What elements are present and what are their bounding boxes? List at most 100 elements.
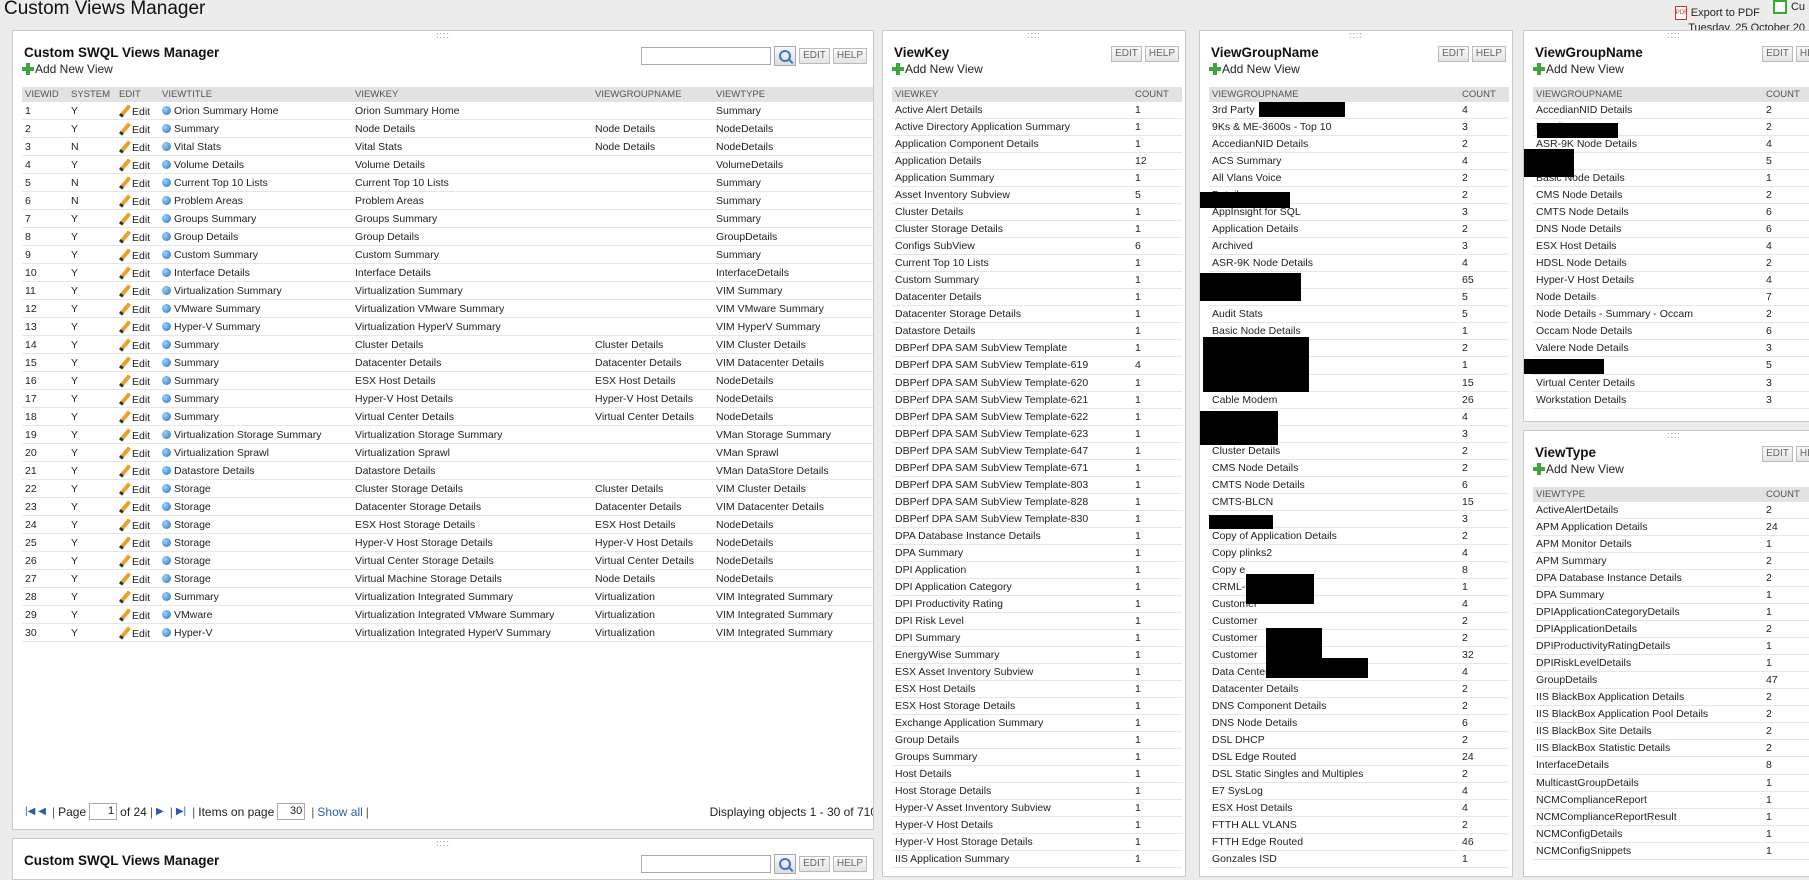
view-title-link[interactable]: Storage	[174, 501, 211, 513]
help-button[interactable]: HELP	[1795, 46, 1809, 62]
view-title[interactable]: Storage	[159, 551, 352, 570]
add-new-view-link[interactable]: Add New View	[892, 62, 983, 76]
edit-cell[interactable]: Edit	[116, 299, 159, 318]
view-title-link[interactable]: Volume Details	[174, 159, 244, 171]
edit-button[interactable]: EDIT	[1762, 446, 1793, 462]
edit-cell[interactable]: Edit	[116, 263, 159, 282]
column-header[interactable]: COUNT	[1763, 487, 1809, 502]
edit-cell[interactable]: Edit	[116, 587, 159, 606]
view-title[interactable]: Problem Areas	[159, 191, 352, 210]
edit-cell[interactable]: Edit	[116, 389, 159, 408]
view-title[interactable]: Virtualization Summary	[159, 281, 352, 300]
edit-link[interactable]: Edit	[132, 196, 150, 208]
column-header[interactable]: VIEWID	[22, 87, 68, 102]
edit-cell[interactable]: Edit	[116, 407, 159, 426]
add-new-view-link[interactable]: Add New View	[1209, 62, 1300, 76]
view-title[interactable]: Storage	[159, 533, 352, 552]
edit-cell[interactable]: Edit	[116, 173, 159, 192]
drag-handle[interactable]: ::::	[1667, 31, 1681, 40]
edit-cell[interactable]: Edit	[116, 227, 159, 246]
view-title-link[interactable]: Storage	[174, 573, 211, 585]
view-title-link[interactable]: Orion Summary Home	[174, 105, 278, 117]
view-title-link[interactable]: Problem Areas	[174, 195, 243, 207]
edit-cell[interactable]: Edit	[116, 497, 159, 516]
edit-button[interactable]: EDIT	[1762, 46, 1793, 62]
edit-cell[interactable]: Edit	[116, 605, 159, 624]
prev-page-icon[interactable]: ◀	[38, 806, 46, 817]
view-title[interactable]: Summary	[159, 587, 352, 606]
column-header[interactable]: VIEWGROUPNAME	[592, 87, 713, 102]
edit-link[interactable]: Edit	[132, 376, 150, 388]
next-page-icon[interactable]: ▶	[156, 806, 164, 817]
edit-link[interactable]: Edit	[132, 628, 150, 640]
edit-cell[interactable]: Edit	[116, 119, 159, 138]
page-number-input[interactable]: 1	[89, 803, 118, 820]
view-title[interactable]: Orion Summary Home	[159, 102, 352, 120]
view-title-link[interactable]: Vital Stats	[174, 141, 221, 153]
view-title-link[interactable]: Virtualization Storage Summary	[174, 429, 321, 441]
view-title[interactable]: Storage	[159, 479, 352, 498]
view-title[interactable]: Groups Summary	[159, 209, 352, 228]
column-header[interactable]: VIEWTITLE	[159, 87, 352, 102]
edit-link[interactable]: Edit	[132, 304, 150, 316]
edit-cell[interactable]: Edit	[116, 335, 159, 354]
view-title-link[interactable]: VMware Summary	[174, 303, 260, 315]
add-new-view-link[interactable]: Add New View	[22, 62, 113, 76]
edit-cell[interactable]: Edit	[116, 353, 159, 372]
edit-cell[interactable]: Edit	[116, 533, 159, 552]
view-title-link[interactable]: Summary	[174, 357, 219, 369]
edit-cell[interactable]: Edit	[116, 317, 159, 336]
drag-handle[interactable]: ::::	[436, 31, 450, 40]
help-button[interactable]: HELP	[832, 856, 867, 872]
edit-cell[interactable]: Edit	[116, 515, 159, 534]
column-header[interactable]: VIEWKEY	[892, 87, 1132, 102]
column-header[interactable]: VIEWKEY	[352, 87, 592, 102]
edit-link[interactable]: Edit	[132, 106, 150, 118]
view-title[interactable]: Summary	[159, 335, 352, 354]
last-page-icon[interactable]: ▶|	[176, 806, 186, 817]
view-title[interactable]: Virtualization Storage Summary	[159, 425, 352, 444]
edit-cell[interactable]: Edit	[116, 479, 159, 498]
view-title[interactable]: Summary	[159, 389, 352, 408]
search-input[interactable]	[641, 855, 772, 873]
view-title[interactable]: Vital Stats	[159, 137, 352, 156]
edit-link[interactable]: Edit	[132, 430, 150, 442]
drag-handle[interactable]: ::::	[1349, 31, 1363, 40]
view-title[interactable]: Interface Details	[159, 263, 352, 282]
edit-link[interactable]: Edit	[132, 358, 150, 370]
edit-cell[interactable]: Edit	[116, 155, 159, 174]
edit-button[interactable]: EDIT	[1438, 46, 1469, 62]
view-title-link[interactable]: Hyper-V Summary	[174, 321, 260, 333]
view-title-link[interactable]: Storage	[174, 519, 211, 531]
first-page-icon[interactable]: |◀	[25, 806, 35, 817]
edit-cell[interactable]: Edit	[116, 102, 159, 120]
help-button[interactable]: HELP	[1144, 46, 1179, 62]
view-title-link[interactable]: Virtualization Summary	[174, 285, 282, 297]
search-button[interactable]	[774, 854, 797, 874]
column-header[interactable]: VIEWGROUPNAME	[1209, 87, 1459, 102]
edit-link[interactable]: Edit	[132, 340, 150, 352]
view-title[interactable]: Current Top 10 Lists	[159, 173, 352, 192]
view-title-link[interactable]: Storage	[174, 555, 211, 567]
view-title[interactable]: Storage	[159, 569, 352, 588]
column-header[interactable]: VIEWGROUPNAME	[1533, 87, 1763, 102]
view-title-link[interactable]: Current Top 10 Lists	[174, 177, 268, 189]
view-title-link[interactable]: Summary	[174, 591, 219, 603]
show-all-link[interactable]: Show all	[317, 805, 362, 819]
view-title[interactable]: Storage	[159, 515, 352, 534]
edit-link[interactable]: Edit	[132, 322, 150, 334]
edit-button[interactable]: EDIT	[799, 856, 830, 872]
view-title[interactable]: Storage	[159, 497, 352, 516]
view-title[interactable]: Summary	[159, 353, 352, 372]
edit-link[interactable]: Edit	[132, 214, 150, 226]
view-title-link[interactable]: Summary	[174, 393, 219, 405]
edit-cell[interactable]: Edit	[116, 425, 159, 444]
view-title-link[interactable]: Groups Summary	[174, 213, 256, 225]
edit-cell[interactable]: Edit	[116, 443, 159, 462]
view-title[interactable]: Summary	[159, 119, 352, 138]
edit-link[interactable]: Edit	[132, 124, 150, 136]
edit-link[interactable]: Edit	[132, 448, 150, 460]
column-header[interactable]: VIEWTYPE	[1533, 487, 1763, 502]
help-button[interactable]: HELP	[832, 48, 867, 64]
edit-cell[interactable]: Edit	[116, 281, 159, 300]
